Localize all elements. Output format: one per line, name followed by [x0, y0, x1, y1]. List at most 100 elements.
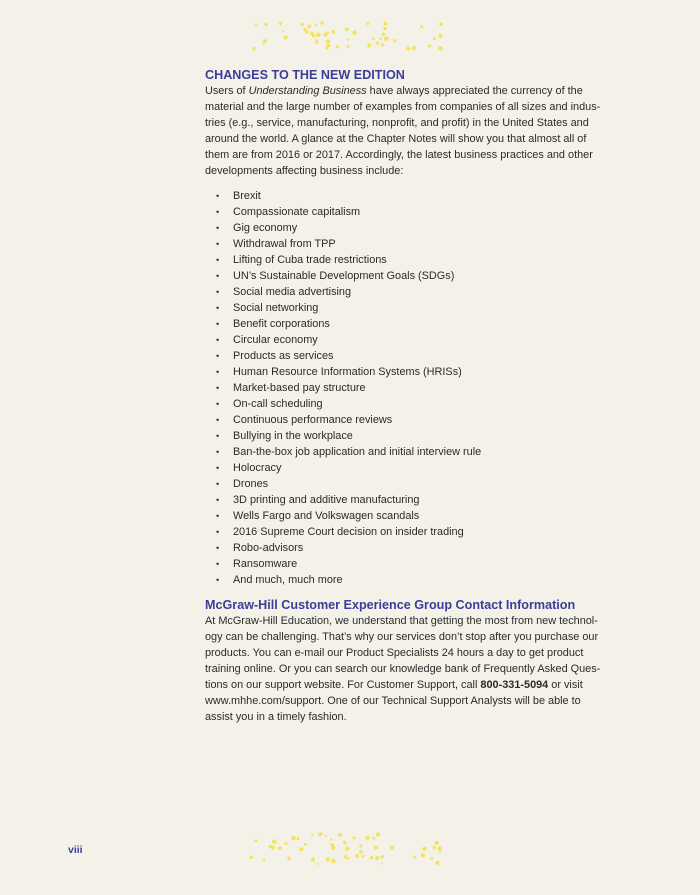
main-content: CHANGES TO THE NEW EDITION Users of Unde…	[205, 67, 617, 725]
decorative-dot	[439, 22, 443, 26]
decorative-dot	[264, 22, 268, 27]
bullet-item: Brexit	[205, 188, 617, 204]
bullet-item: Social networking	[205, 300, 617, 316]
decorative-dot	[331, 845, 336, 850]
decorative-dot	[272, 839, 277, 844]
decorative-dot	[438, 46, 443, 51]
contact-paragraph: At McGraw-Hill Education, we understand …	[205, 613, 617, 725]
decorative-dot	[413, 855, 416, 859]
decorative-dot	[389, 845, 395, 850]
decorative-dot	[411, 45, 417, 51]
bullet-item: Wells Fargo and Volkswagen scandals	[205, 508, 617, 524]
bullet-item: Ransomware	[205, 556, 617, 572]
decorative-dot	[343, 854, 348, 859]
contact-line: ogy can be challenging. That’s why our s…	[205, 631, 599, 643]
decorative-dot	[406, 46, 411, 51]
bullet-item: Ban-the-box job application and initial …	[205, 444, 617, 460]
bullet-item: Circular economy	[205, 332, 617, 348]
decorative-dot	[366, 22, 370, 26]
decorative-dot	[252, 46, 256, 51]
decorative-dot	[303, 27, 307, 32]
decorative-dot	[284, 841, 288, 845]
decorative-dot	[438, 851, 442, 854]
decorative-dot	[438, 33, 443, 38]
decorative-dot	[254, 839, 258, 843]
decorative-dot	[325, 46, 329, 50]
bullet-item: Withdrawal from TPP	[205, 236, 617, 252]
decorative-dot	[370, 856, 374, 860]
contact-line: training online. Or you can search our k…	[205, 663, 601, 675]
bullet-item: Human Resource Information Systems (HRIS…	[205, 364, 617, 380]
decorative-dot	[287, 856, 291, 861]
decorative-dot	[325, 857, 330, 862]
decorative-dot	[365, 835, 370, 840]
intro-line-1: Users of Understanding Business have alw…	[205, 83, 617, 99]
contact-line: products. You can e-mail our Product Spe…	[205, 647, 584, 659]
intro-line: tries (e.g., service, manufacturing, non…	[205, 117, 589, 129]
decorative-dot	[384, 36, 389, 41]
bullet-item: Market-based pay structure	[205, 380, 617, 396]
decorative-dot	[393, 39, 397, 43]
decorative-dot	[352, 836, 356, 840]
decorative-dot	[249, 855, 253, 860]
decorative-dot	[325, 39, 331, 44]
decorative-dot	[325, 45, 328, 47]
bullet-item: 2016 Supreme Court decision on insider t…	[205, 524, 617, 540]
intro-line: material and the large number of example…	[205, 101, 601, 113]
bullet-item: Continuous performance reviews	[205, 412, 617, 428]
decorative-dot	[318, 832, 323, 837]
decorative-dot	[310, 857, 315, 862]
decorative-dot	[430, 857, 434, 860]
decorative-dot	[331, 29, 336, 34]
decorative-dot	[283, 35, 288, 40]
decorative-dot	[329, 838, 333, 841]
bullet-item: Lifting of Cuba trade restrictions	[205, 252, 617, 268]
phone-suffix: or visit	[548, 679, 583, 691]
decorative-dot	[379, 37, 382, 41]
decorative-dot	[420, 853, 426, 858]
decorative-dot	[331, 858, 336, 864]
section-heading-contact-info: McGraw-Hill Customer Experience Group Co…	[205, 598, 576, 612]
decorative-dot-pattern-top	[245, 18, 450, 54]
decorative-dot	[372, 836, 376, 840]
contact-line: www.mhhe.com/support. One of our Technic…	[205, 695, 581, 707]
intro-prefix: Users of	[205, 85, 249, 97]
decorative-dot	[338, 832, 343, 837]
decorative-dot	[296, 837, 300, 840]
decorative-dot	[316, 32, 321, 38]
decorative-dot	[381, 862, 384, 865]
decorative-dot	[263, 39, 267, 43]
decorative-dot	[327, 44, 331, 48]
decorative-dot	[383, 26, 387, 31]
decorative-dot	[316, 862, 319, 866]
page-number: viii	[68, 844, 83, 856]
intro-line: developments affecting business include:	[205, 165, 404, 177]
decorative-dot	[367, 43, 372, 48]
decorative-dot	[278, 21, 283, 26]
bullet-item: Social media advertising	[205, 284, 617, 300]
decorative-dot	[381, 43, 385, 47]
decorative-dot	[300, 22, 305, 27]
decorative-dot	[422, 846, 427, 851]
bullet-item: 3D printing and additive manufacturing	[205, 492, 617, 508]
decorative-dot	[345, 846, 350, 851]
decorative-dot	[435, 860, 440, 866]
phone-prefix: tions on our support website. For Custom…	[205, 679, 481, 691]
bullet-item: UN’s Sustainable Development Goals (SDGs…	[205, 268, 617, 284]
decorative-dot	[437, 846, 442, 851]
decorative-dot	[375, 856, 380, 861]
decorative-dot	[307, 24, 312, 29]
bullet-item: Gig economy	[205, 220, 617, 236]
decorative-dot	[381, 32, 386, 37]
intro-line-1-rest: have always appreciated the currency of …	[366, 85, 583, 97]
decorative-dot	[324, 834, 327, 837]
bullet-item: Products as services	[205, 348, 617, 364]
bullet-item: Bullying in the workplace	[205, 428, 617, 444]
decorative-dot	[314, 23, 318, 27]
decorative-dot	[383, 21, 388, 26]
decorative-dot	[320, 21, 324, 25]
decorative-dot	[373, 845, 378, 850]
decorative-dot	[428, 44, 432, 48]
bullet-item: Compassionate capitalism	[205, 204, 617, 220]
decorative-dot	[310, 833, 314, 836]
